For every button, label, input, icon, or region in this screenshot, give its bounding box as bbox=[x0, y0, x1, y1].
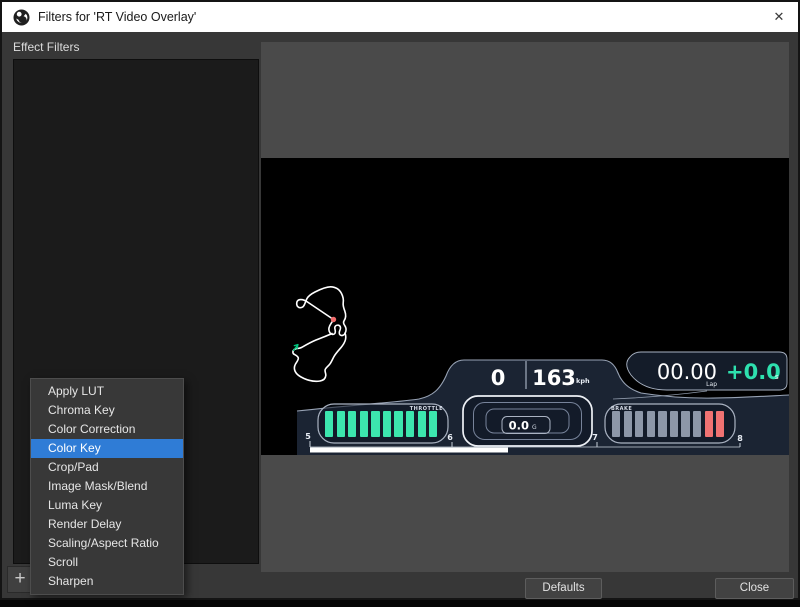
menu-item-scroll[interactable]: Scroll bbox=[31, 553, 183, 572]
brake-bar-segment bbox=[705, 411, 713, 437]
menu-item-scaling-aspect-ratio[interactable]: Scaling/Aspect Ratio bbox=[31, 534, 183, 553]
throttle-bar-segment bbox=[360, 411, 368, 437]
throttle-bar-segment bbox=[394, 411, 402, 437]
throttle-bar-segment bbox=[337, 411, 345, 437]
speed-unit: kph bbox=[576, 377, 590, 385]
defaults-button[interactable]: Defaults bbox=[525, 578, 602, 599]
brake-bar-segment bbox=[670, 411, 678, 437]
delta-unit: s bbox=[775, 373, 779, 381]
close-button[interactable]: Close bbox=[715, 578, 794, 599]
menu-item-image-mask-blend[interactable]: Image Mask/Blend bbox=[31, 477, 183, 496]
preview-panel: 0 163 kph 00.00 Lap +0.0 s 0.0 G THROTTL… bbox=[261, 42, 789, 572]
throttle-bar-segment bbox=[383, 411, 391, 437]
brake-bar-segment bbox=[693, 411, 701, 437]
titlebar: Filters for 'RT Video Overlay' ✕ bbox=[2, 2, 798, 32]
video-preview: 0 163 kph 00.00 Lap +0.0 s 0.0 G THROTTL… bbox=[261, 158, 789, 455]
throttle-bar-segment bbox=[348, 411, 356, 437]
brake-bar-segment bbox=[658, 411, 666, 437]
gforce-value: 0.0 bbox=[509, 419, 529, 433]
throttle-bar-segment bbox=[418, 411, 426, 437]
menu-item-crop-pad[interactable]: Crop/Pad bbox=[31, 458, 183, 477]
filters-dialog: Filters for 'RT Video Overlay' ✕ Effect … bbox=[0, 0, 800, 600]
menu-item-color-key[interactable]: Color Key bbox=[31, 439, 183, 458]
screen-bottom-strip bbox=[0, 600, 800, 607]
gforce-unit: G bbox=[532, 424, 537, 431]
brake-bar-segment bbox=[647, 411, 655, 437]
add-filter-menu: Apply LUTChroma KeyColor CorrectionColor… bbox=[30, 378, 184, 595]
obs-logo-icon bbox=[13, 9, 30, 26]
delta-value: +0.0 bbox=[726, 360, 781, 384]
ruler-mark-8: 8 bbox=[737, 434, 743, 443]
effect-filters-header: Effect Filters bbox=[13, 40, 79, 54]
menu-item-apply-lut[interactable]: Apply LUT bbox=[31, 382, 183, 401]
speed-value: 163 bbox=[532, 366, 576, 390]
close-icon[interactable]: ✕ bbox=[766, 2, 792, 32]
lap-label: Lap bbox=[706, 381, 717, 388]
menu-item-sharpen[interactable]: Sharpen bbox=[31, 572, 183, 591]
brake-bar-segment bbox=[612, 411, 620, 437]
menu-item-luma-key[interactable]: Luma Key bbox=[31, 496, 183, 515]
screen: Filters for 'RT Video Overlay' ✕ Effect … bbox=[0, 0, 800, 607]
brake-bar-segment bbox=[681, 411, 689, 437]
gear-value: 0 bbox=[491, 366, 506, 390]
brake-bars bbox=[612, 411, 724, 437]
brake-bar-segment bbox=[716, 411, 724, 437]
throttle-bars bbox=[325, 411, 437, 437]
throttle-bar-segment bbox=[406, 411, 414, 437]
menu-item-render-delay[interactable]: Render Delay bbox=[31, 515, 183, 534]
ruler-mark-6: 6 bbox=[447, 433, 453, 442]
playback-progress-bar bbox=[310, 448, 508, 453]
throttle-bar-segment bbox=[325, 411, 333, 437]
throttle-bar-segment bbox=[429, 411, 437, 437]
menu-item-color-correction[interactable]: Color Correction bbox=[31, 420, 183, 439]
ruler-mark-7: 7 bbox=[592, 433, 598, 442]
throttle-bar-segment bbox=[371, 411, 379, 437]
menu-item-chroma-key[interactable]: Chroma Key bbox=[31, 401, 183, 420]
window-title: Filters for 'RT Video Overlay' bbox=[38, 2, 196, 32]
brake-bar-segment bbox=[624, 411, 632, 437]
ruler-mark-5: 5 bbox=[305, 432, 311, 441]
brake-bar-segment bbox=[635, 411, 643, 437]
